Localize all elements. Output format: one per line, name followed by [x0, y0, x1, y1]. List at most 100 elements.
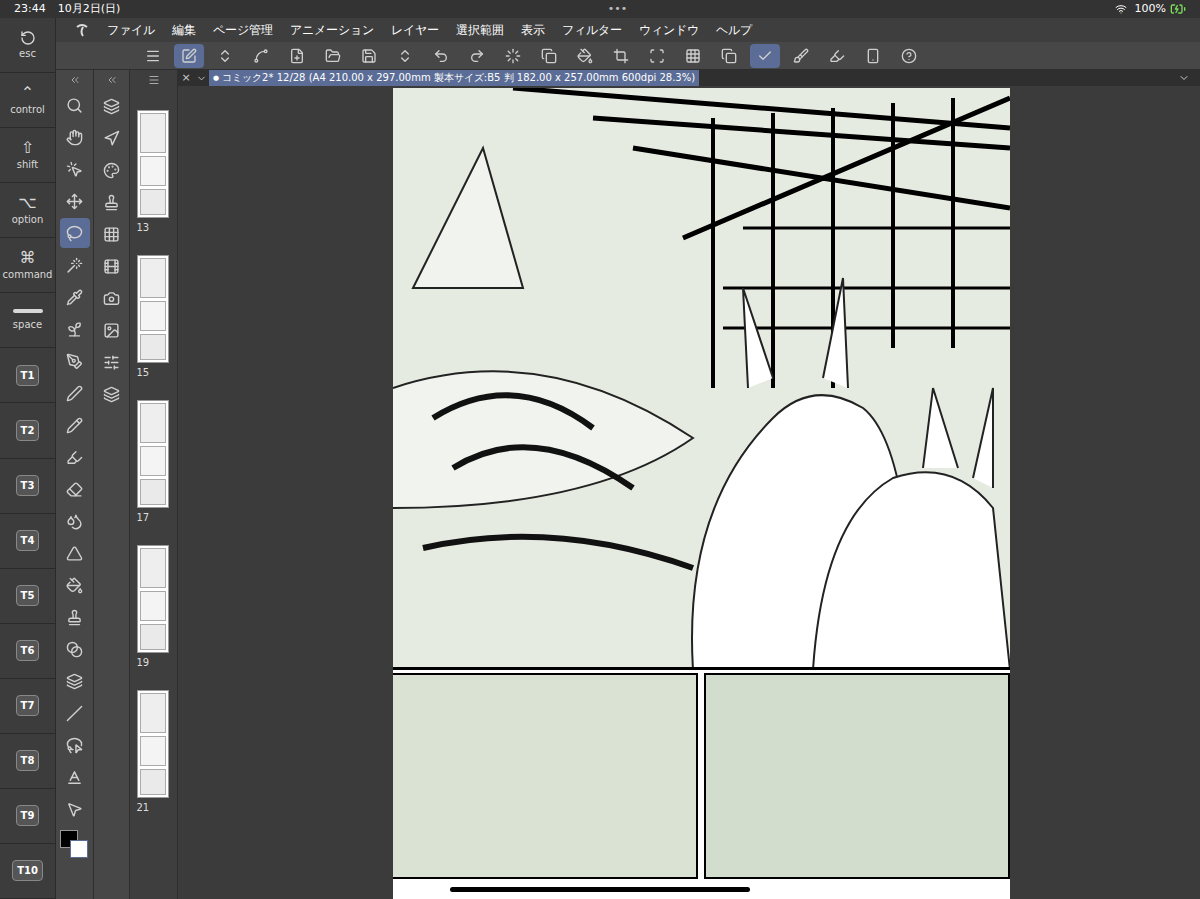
tool-button[interactable]	[60, 474, 90, 504]
panel-button[interactable]	[98, 378, 126, 410]
menu-item[interactable]: アニメーション	[290, 21, 374, 39]
panel-button[interactable]	[98, 282, 126, 314]
panel-button[interactable]	[98, 250, 126, 282]
page-thumbnail[interactable]: 17	[137, 400, 171, 525]
edge-key[interactable]: T7	[0, 679, 55, 734]
tool-button[interactable]	[60, 90, 90, 120]
tool-button[interactable]	[60, 602, 90, 632]
tool-button[interactable]	[60, 410, 90, 440]
edge-key[interactable]: T3	[0, 459, 55, 514]
tab-list-icon[interactable]	[1178, 72, 1190, 84]
edge-key[interactable]: esc	[0, 18, 55, 73]
toolbar-button[interactable]	[426, 44, 456, 68]
panel-button[interactable]	[98, 122, 126, 154]
home-indicator[interactable]	[450, 887, 750, 892]
toolbar-button[interactable]	[786, 44, 816, 68]
tool-button[interactable]	[60, 442, 90, 472]
edge-key[interactable]: ⌃control	[0, 73, 55, 128]
tool-button[interactable]	[60, 154, 90, 184]
collapse-icon[interactable]	[69, 74, 81, 86]
edge-key[interactable]: T1	[0, 348, 55, 403]
panel-button[interactable]	[98, 314, 126, 346]
tool-button[interactable]	[60, 730, 90, 760]
tool-button[interactable]	[60, 250, 90, 280]
document-tab[interactable]: ●コミック2* 12/28 (A4 210.00 x 297.00mm 製本サイ…	[209, 70, 699, 86]
edge-key[interactable]: T5	[0, 569, 55, 624]
sub-color[interactable]	[70, 840, 88, 858]
edge-key[interactable]: space	[0, 293, 55, 348]
toolbar-button[interactable]	[246, 44, 276, 68]
edge-key[interactable]: ⌘command	[0, 238, 55, 293]
collapse-icon[interactable]	[106, 74, 118, 86]
tool-button[interactable]	[60, 186, 90, 216]
toolbar-button[interactable]	[606, 44, 636, 68]
edge-key[interactable]: T4	[0, 514, 55, 569]
tab-dropdown-icon[interactable]	[196, 73, 207, 84]
toolbar-button[interactable]	[390, 44, 420, 68]
toolbar-button[interactable]	[750, 44, 780, 68]
menu-item[interactable]: ヘルプ	[716, 21, 752, 39]
page-thumbnail[interactable]: 21	[137, 690, 171, 815]
menu-item[interactable]: ページ管理	[213, 21, 273, 39]
edge-key[interactable]: T2	[0, 403, 55, 458]
menu-item[interactable]: フィルター	[562, 21, 622, 39]
menu-item[interactable]: 選択範囲	[456, 21, 504, 39]
edge-key[interactable]: T9	[0, 789, 55, 844]
toolbar-button[interactable]	[534, 44, 564, 68]
canvas[interactable]	[178, 86, 1200, 899]
page-thumbnail[interactable]: 13	[137, 110, 171, 235]
panel-button[interactable]	[98, 154, 126, 186]
tool-button[interactable]	[60, 634, 90, 664]
toolbar-button[interactable]	[570, 44, 600, 68]
edge-key[interactable]: T6	[0, 624, 55, 679]
page-thumbnail[interactable]: 15	[137, 255, 171, 380]
tool-button[interactable]	[60, 570, 90, 600]
main-row: esc⌃control⇧shift⌥option⌘command space T1 T…	[0, 18, 1200, 899]
toolbar-button[interactable]	[210, 44, 240, 68]
panel-button[interactable]	[98, 346, 126, 378]
tool-button[interactable]	[60, 506, 90, 536]
tool-button[interactable]	[60, 122, 90, 152]
toolbar-button[interactable]	[822, 44, 852, 68]
panel-button[interactable]	[98, 186, 126, 218]
toolbar-button[interactable]	[894, 44, 924, 68]
tool-button[interactable]	[60, 794, 90, 824]
panel-button[interactable]	[98, 90, 126, 122]
toolbar-button[interactable]	[678, 44, 708, 68]
key-label: T1	[16, 365, 40, 386]
toolbar-button[interactable]	[498, 44, 528, 68]
toolbar-button[interactable]	[858, 44, 888, 68]
tool-button[interactable]	[60, 538, 90, 568]
key-label: space	[13, 319, 42, 331]
menu-item[interactable]: 編集	[172, 21, 196, 39]
edge-key[interactable]: ⇧shift	[0, 128, 55, 183]
color-swatches[interactable]	[60, 830, 90, 860]
menu-icon[interactable]	[148, 74, 160, 86]
toolbar-button[interactable]	[714, 44, 744, 68]
tool-button[interactable]	[60, 314, 90, 344]
menu-item[interactable]: レイヤー	[391, 21, 439, 39]
toolbar-button[interactable]	[642, 44, 672, 68]
tool-button[interactable]	[60, 346, 90, 376]
edge-key[interactable]: ⌥option	[0, 183, 55, 238]
edge-key[interactable]: T10	[0, 844, 55, 899]
tool-button[interactable]	[60, 218, 90, 248]
tool-button[interactable]	[60, 762, 90, 792]
panel-button[interactable]	[98, 218, 126, 250]
tool-button[interactable]	[60, 282, 90, 312]
toolbar-button[interactable]	[318, 44, 348, 68]
menu-item[interactable]: ファイル	[107, 21, 155, 39]
tab-close[interactable]: ×	[178, 71, 194, 85]
page-thumbnail[interactable]: 19	[137, 545, 171, 670]
toolbar-button[interactable]	[462, 44, 492, 68]
tool-button[interactable]	[60, 698, 90, 728]
toolbar-button[interactable]	[138, 44, 168, 68]
menu-item[interactable]: 表示	[521, 21, 545, 39]
menu-item[interactable]: ウィンドウ	[639, 21, 699, 39]
toolbar-button[interactable]	[282, 44, 312, 68]
tool-button[interactable]	[60, 378, 90, 408]
toolbar-button[interactable]	[354, 44, 384, 68]
toolbar-button[interactable]	[174, 44, 204, 68]
tool-button[interactable]	[60, 666, 90, 696]
edge-key[interactable]: T8	[0, 734, 55, 789]
